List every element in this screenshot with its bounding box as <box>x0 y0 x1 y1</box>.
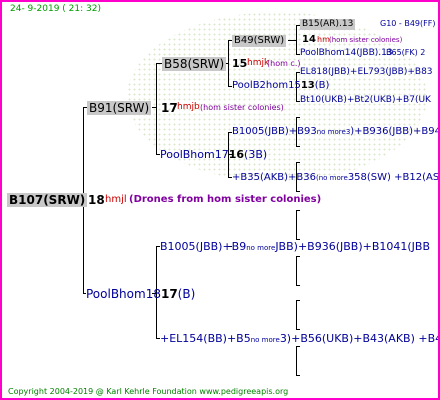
l4-tick-lower <box>296 375 300 376</box>
b49-bracket <box>296 25 297 55</box>
b91-hm: hmjb <box>177 102 200 112</box>
b58-node[interactable]: B58(SRW) <box>162 57 227 71</box>
pool14-node[interactable]: PoolBhom14(JBB).13 <box>300 49 393 58</box>
u1-tick-upper <box>296 117 300 118</box>
l3-tick-upper <box>296 300 300 301</box>
b58-note: (hom c.) <box>267 59 301 68</box>
root-note: (Drones from hom sister colonies) <box>129 194 322 205</box>
root-node[interactable]: B107(SRW) <box>7 193 88 207</box>
b58-bracket <box>228 40 229 87</box>
l2-tick-lower <box>296 285 300 286</box>
b91-node[interactable]: B91(SRW) <box>87 101 152 115</box>
b15-node[interactable]: B15(AR).13 <box>300 19 356 30</box>
b49-connector <box>288 40 296 41</box>
b91-note: (hom sister colonies) <box>200 103 284 112</box>
l4-bracket <box>296 346 297 376</box>
u1-node[interactable]: B1005(JBB)+B93no more3)+B936(JBB)+B94 <box>232 127 438 137</box>
u1-tick-lower <box>296 146 300 147</box>
l1-bracket <box>296 210 297 240</box>
b58-generation: 15 <box>232 57 248 70</box>
l3-tick-lower <box>296 329 300 330</box>
b10-node[interactable]: Bt10(UKB)+Bt2(UKB)+B7(UK <box>300 96 431 105</box>
b49-generation: 14 <box>302 34 316 45</box>
root-hm: hmjl <box>105 194 127 205</box>
b49-hm: hm <box>317 35 330 44</box>
b49-note: (hom sister colonies) <box>329 36 403 44</box>
lower-a-node[interactable]: B1005(JBB)+B9no moreJBB)+B936(JBB)+B1041… <box>160 241 430 252</box>
date-stamp: 24- 9-2019 ( 21: 32) <box>10 4 101 14</box>
pool14-extra: B65(FK) 2 <box>386 48 426 57</box>
l3-bracket <box>296 300 297 330</box>
copyright: Copyright 2004-2019 @ Karl Kehrle Founda… <box>8 387 289 396</box>
u2-tick-lower <box>296 191 300 192</box>
b91-generation: 17 <box>161 101 178 115</box>
l1-tick-upper <box>296 210 300 211</box>
l2-bracket <box>296 256 297 286</box>
pedigree-frame: 24- 9-2019 ( 21: 32) B107(SRW) 18 hmjl (… <box>0 0 440 400</box>
b91-bracket <box>156 63 157 155</box>
u2-tick-upper <box>296 162 300 163</box>
b49-node[interactable]: B49(SRW) <box>232 35 287 47</box>
el818-node[interactable]: EL818(JBB)+EL793(JBB)+B83 <box>300 68 433 77</box>
lower-b-node[interactable]: +EL154(BB)+B5no more3)+B56(UKB)+B43(AKB)… <box>160 333 438 344</box>
pool17-node[interactable]: PoolBhom1716(3B) <box>160 149 267 160</box>
l4-tick-upper <box>296 346 300 347</box>
u2-node[interactable]: +B35(AKB)+B36(no more358(SW) +B12(ASH <box>232 173 438 183</box>
root-generation: 18 <box>88 193 105 207</box>
l2-tick-upper <box>296 256 300 257</box>
b15-extra: G10 - B49(FF) <box>380 19 436 28</box>
pool18-node[interactable]: PoolBhom1817(B) <box>86 288 195 300</box>
b58-hm: hmjk <box>247 58 270 68</box>
pool15-node[interactable]: PoolB2hom1513(B) <box>232 81 329 91</box>
